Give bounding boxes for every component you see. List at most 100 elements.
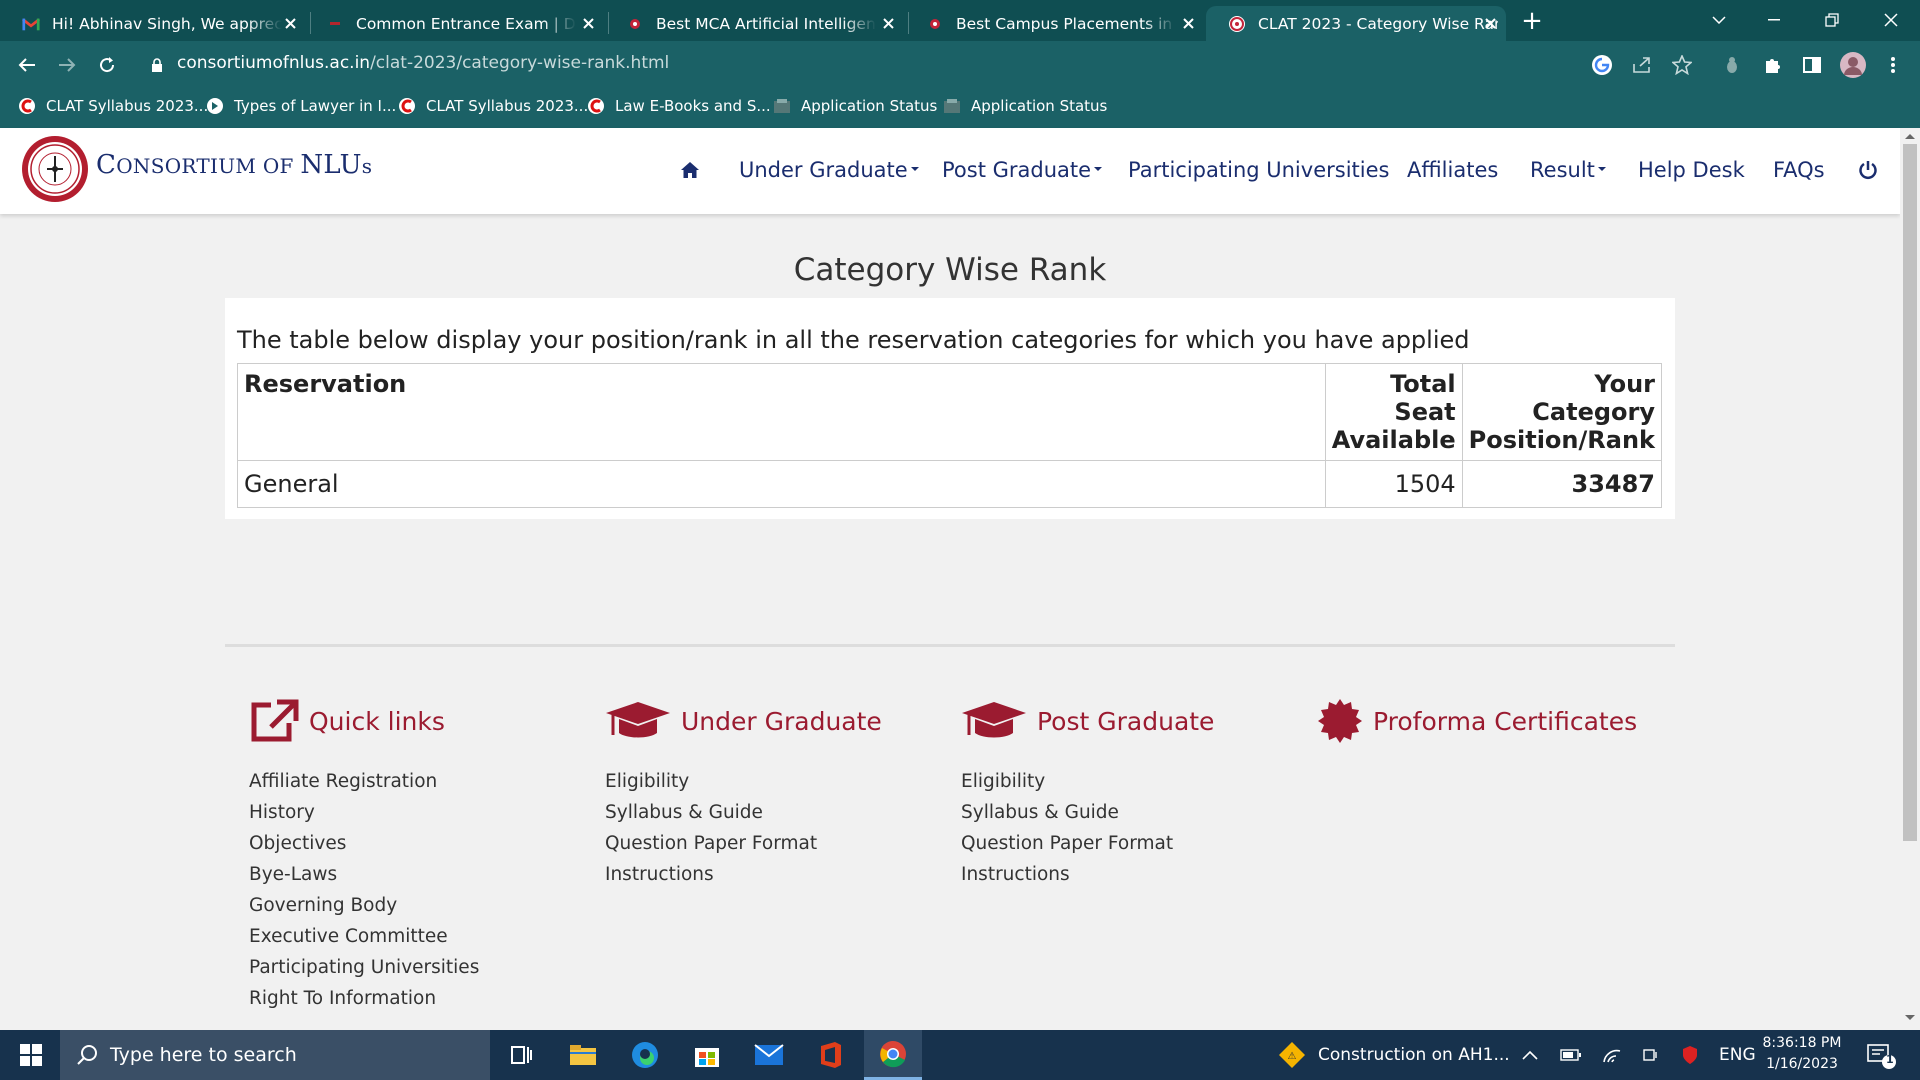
power-icon[interactable] (1858, 160, 1878, 185)
nav-participating-universities[interactable]: Participating Universities (1128, 158, 1389, 182)
footer-link[interactable]: History (249, 797, 479, 828)
table-caption: The table below display your position/ra… (237, 326, 1470, 354)
red-flower-icon (926, 15, 944, 33)
footer-heading: Under Graduate (605, 696, 882, 746)
footer-link[interactable]: Question Paper Format (605, 828, 882, 859)
windows-start-icon[interactable] (2, 1030, 60, 1080)
tab-title: Hi! Abhinav Singh, We appreciate (52, 14, 282, 33)
nav-post-graduate[interactable]: Post Graduate (942, 158, 1103, 182)
footer-link[interactable]: Instructions (961, 859, 1214, 890)
tab-clat-active[interactable]: CLAT 2023 - Category Wise Rank (1206, 6, 1506, 41)
nav-under-graduate[interactable]: Under Graduate (739, 158, 919, 182)
bookmark-label: CLAT Syllabus 2023... (426, 97, 589, 115)
office-icon[interactable] (802, 1030, 860, 1080)
close-window-button[interactable] (1862, 0, 1920, 40)
new-tab-button[interactable]: + (1518, 8, 1546, 36)
nav-affiliates[interactable]: Affiliates (1407, 158, 1498, 182)
scrollbar-thumb[interactable] (1903, 144, 1917, 841)
red-dash-icon (326, 15, 344, 33)
notification-count: 1 (1886, 1053, 1894, 1066)
back-icon[interactable] (12, 50, 42, 80)
footer-link[interactable]: Bye-Laws (249, 859, 479, 890)
footer-link[interactable]: Right To Information (249, 983, 479, 1014)
task-view-icon[interactable] (492, 1030, 550, 1080)
bookmark-item[interactable]: Application Status (773, 88, 937, 124)
puzzle-icon[interactable] (1757, 50, 1787, 80)
close-icon[interactable] (1180, 15, 1196, 31)
nav-help-desk[interactable]: Help Desk (1638, 158, 1745, 182)
mail-icon[interactable] (740, 1030, 798, 1080)
header-category-rank: Your Category Position/Rank (1461, 363, 1663, 461)
close-icon[interactable] (880, 15, 896, 31)
table-row: General 1504 33487 (237, 460, 1663, 508)
speaker-icon[interactable] (1642, 1030, 1660, 1080)
bookmark-item[interactable]: CLAT Syllabus 2023... (18, 88, 208, 124)
battery-icon[interactable] (1560, 1030, 1582, 1080)
lock-icon[interactable] (142, 50, 172, 80)
footer-link[interactable]: Syllabus & Guide (961, 797, 1214, 828)
store-icon[interactable] (678, 1030, 736, 1080)
shield-icon[interactable] (1682, 1030, 1698, 1080)
menu-icon[interactable] (1878, 50, 1908, 80)
footer-link[interactable]: Participating Universities (249, 952, 479, 983)
bookmarks-bar: CLAT Syllabus 2023... Types of Lawyer in… (0, 88, 1920, 128)
extension-icon[interactable] (1717, 50, 1747, 80)
screen: { "browser": { "tabs": [ {"title": "Hi! … (0, 0, 1920, 1080)
footer-link[interactable]: Eligibility (961, 766, 1214, 797)
footer-link[interactable]: Eligibility (605, 766, 882, 797)
scroll-up-icon[interactable] (1904, 132, 1916, 140)
footer-link[interactable]: Instructions (605, 859, 882, 890)
tab-placements[interactable]: Best Campus Placements in Punja (904, 6, 1204, 41)
bookmark-item[interactable]: CLAT Syllabus 2023... (398, 88, 588, 124)
restore-button[interactable] (1803, 0, 1861, 40)
table-header-row: Reservation Total Seat Available Your Cat… (237, 363, 1663, 461)
footer-link[interactable]: Affiliate Registration (249, 766, 479, 797)
notification-icon[interactable]: 1 (1866, 1030, 1896, 1080)
reload-icon[interactable] (92, 50, 122, 80)
avatar[interactable] (1838, 50, 1868, 80)
minimize-button[interactable] (1745, 0, 1803, 40)
bookmark-label: CLAT Syllabus 2023... (46, 97, 209, 115)
chevron-up-icon[interactable] (1522, 1030, 1538, 1080)
home-icon[interactable] (680, 160, 700, 184)
footer-link[interactable]: Question Paper Format (961, 828, 1214, 859)
taskbar-search[interactable]: Type here to search (60, 1030, 490, 1080)
graduation-cap-icon (605, 699, 671, 743)
language-indicator[interactable]: ENG (1719, 1030, 1756, 1080)
close-icon[interactable] (580, 15, 596, 31)
close-icon[interactable] (1482, 15, 1498, 31)
forward-icon[interactable] (52, 50, 82, 80)
chrome-taskbar-icon[interactable] (864, 1030, 922, 1080)
weather-widget[interactable]: ⚠ Construction on AH1... (1278, 1030, 1510, 1080)
taskbar-clock[interactable]: 8:36:18 PM 1/16/2023 (1752, 1033, 1852, 1075)
bookmark-item[interactable]: Application Status (943, 88, 1107, 124)
file-explorer-icon[interactable] (554, 1030, 612, 1080)
tab-search-icon[interactable] (1690, 0, 1748, 40)
share-icon[interactable] (1627, 50, 1657, 80)
wifi-icon[interactable] (1602, 1030, 1622, 1080)
google-icon[interactable] (1587, 50, 1617, 80)
red-c-icon (18, 97, 36, 115)
tab-cee[interactable]: Common Entrance Exam | Dashbo (304, 6, 604, 41)
close-icon[interactable] (282, 15, 298, 31)
header-reservation: Reservation (237, 363, 1326, 461)
rank-table: Reservation Total Seat Available Your Cat… (237, 363, 1663, 508)
tab-mca[interactable]: Best MCA Artificial Intelligence an (604, 6, 904, 41)
sidepanel-icon[interactable] (1797, 50, 1827, 80)
nav-result[interactable]: Result (1530, 158, 1606, 182)
star-icon[interactable] (1667, 50, 1697, 80)
bookmark-item[interactable]: Types of Lawyer in I... (206, 88, 396, 124)
footer-link[interactable]: Syllabus & Guide (605, 797, 882, 828)
footer-link[interactable]: Governing Body (249, 890, 479, 921)
search-icon (77, 1045, 97, 1065)
gmail-icon (22, 15, 40, 33)
footer-link[interactable]: Objectives (249, 828, 479, 859)
bookmark-item[interactable]: Law E-Books and S... (587, 88, 771, 124)
footer-link[interactable]: Executive Committee (249, 921, 479, 952)
scroll-down-icon[interactable] (1904, 1014, 1916, 1022)
address-bar[interactable]: consortiumofnlus.ac.in/clat-2023/categor… (177, 53, 669, 73)
tab-gmail[interactable]: Hi! Abhinav Singh, We appreciate (0, 6, 306, 41)
nav-faqs[interactable]: FAQs (1773, 158, 1825, 182)
edge-icon[interactable] (616, 1030, 674, 1080)
page-title: Category Wise Rank (793, 252, 1107, 288)
